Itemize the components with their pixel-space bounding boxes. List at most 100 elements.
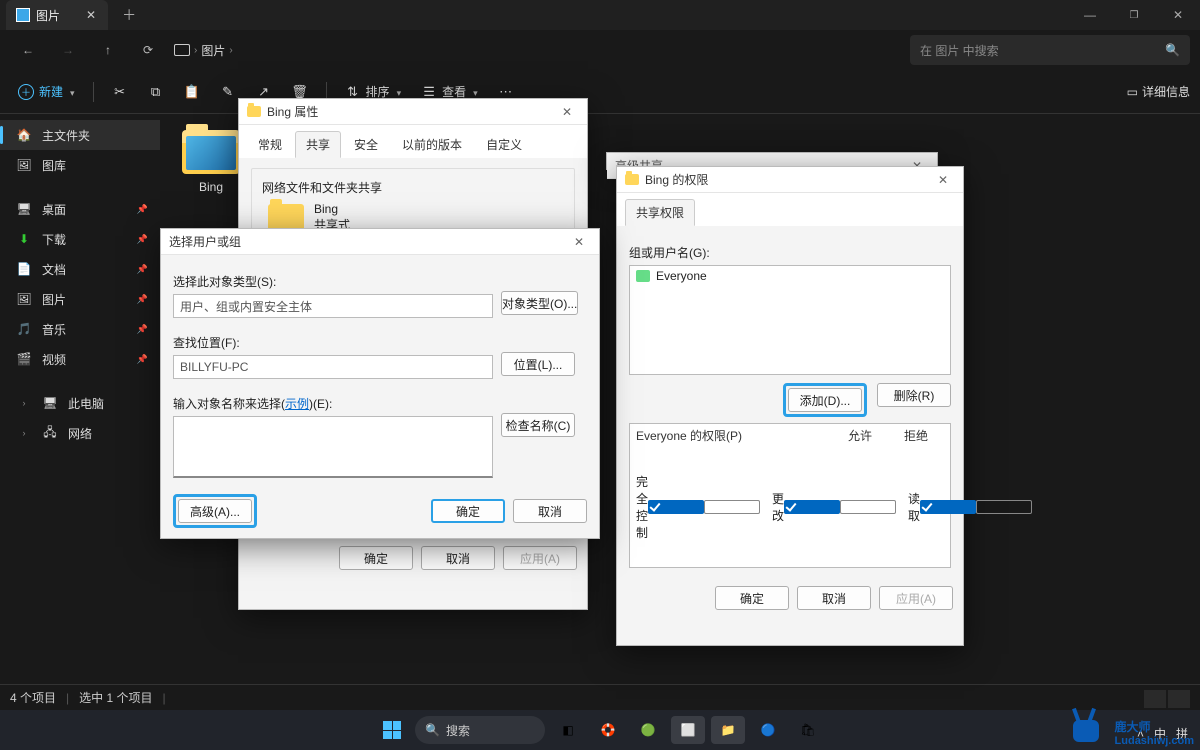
close-icon[interactable]: ✕: [555, 105, 579, 119]
dialog-titlebar[interactable]: Bing 的权限 ✕: [617, 167, 963, 193]
chevron-right-icon: ›: [16, 425, 32, 441]
object-type-field: 用户、组或内置安全主体: [173, 294, 493, 318]
sidebar-item-videos[interactable]: 🎬视频📌: [0, 344, 160, 374]
statusbar: 4 个项目 | 选中 1 个项目 |: [0, 684, 1200, 710]
search-icon: 🔍: [425, 723, 440, 737]
sidebar-item-pictures[interactable]: 🖼图片📌: [0, 284, 160, 314]
chevron-right-icon: ›: [16, 395, 32, 411]
taskbar-search[interactable]: 🔍搜索: [415, 716, 545, 744]
close-button[interactable]: ✕: [1156, 0, 1200, 30]
sharing-heading: 网络文件和文件夹共享: [262, 181, 382, 195]
perm-row-change: 更改: [766, 447, 902, 567]
highlight: 高级(A)...: [173, 494, 257, 528]
check-names-button[interactable]: 检查名称(C): [501, 413, 575, 437]
tab-sharing[interactable]: 共享: [295, 131, 341, 158]
maximize-button[interactable]: ❐: [1112, 0, 1156, 30]
sidebar: 🏠主文件夹 🖼图库 🖥桌面📌 ⬇下载📌 📄文档📌 🖼图片📌 🎵音乐📌 🎬视频📌 …: [0, 114, 160, 700]
apply-button: 应用(A): [503, 546, 577, 570]
ok-button[interactable]: 确定: [715, 586, 789, 610]
sidebar-item-thispc[interactable]: ›🖥此电脑: [0, 388, 160, 418]
taskbar-app[interactable]: ⬜: [671, 716, 705, 744]
folder-bing[interactable]: Bing: [174, 130, 248, 194]
taskbar-app[interactable]: 🟢: [631, 716, 665, 744]
up-button[interactable]: ↑: [90, 34, 126, 66]
locations-button[interactable]: 位置(L)...: [501, 352, 575, 376]
folder-icon: [247, 106, 261, 117]
close-tab-icon[interactable]: ✕: [86, 8, 96, 22]
taskbar-explorer[interactable]: 📁: [711, 716, 745, 744]
checkbox-deny[interactable]: [976, 500, 1032, 514]
new-button[interactable]: ＋ 新建: [10, 77, 83, 107]
network-icon: 🖧: [42, 425, 58, 441]
close-icon[interactable]: ✕: [567, 235, 591, 249]
view-toggle[interactable]: [1144, 690, 1190, 708]
breadcrumb[interactable]: › 图片 ›: [174, 42, 233, 59]
refresh-button[interactable]: ⟳: [130, 34, 166, 66]
remove-button[interactable]: 删除(R): [877, 383, 951, 407]
sidebar-item-desktop[interactable]: 🖥桌面📌: [0, 194, 160, 224]
copy-button[interactable]: ⧉: [140, 77, 172, 107]
taskbar-app[interactable]: 🛟: [591, 716, 625, 744]
close-icon[interactable]: ✕: [931, 173, 955, 187]
advanced-button[interactable]: 高级(A)...: [178, 499, 252, 523]
object-types-button[interactable]: 对象类型(O)...: [501, 291, 578, 315]
sidebar-item-network[interactable]: ›🖧网络: [0, 418, 160, 448]
forward-button[interactable]: →: [50, 34, 86, 66]
checkbox-allow[interactable]: [920, 500, 976, 514]
add-button[interactable]: 添加(D)...: [788, 388, 862, 412]
details-button[interactable]: ▭ 详细信息: [1127, 83, 1190, 100]
checkbox-deny[interactable]: [840, 500, 896, 514]
tab-security[interactable]: 安全: [343, 131, 389, 158]
sidebar-item-gallery[interactable]: 🖼图库: [0, 150, 160, 180]
checkbox-allow[interactable]: [784, 500, 840, 514]
taskbar-edge[interactable]: 🔵: [751, 716, 785, 744]
cancel-button[interactable]: 取消: [513, 499, 587, 523]
ok-button[interactable]: 确定: [431, 499, 505, 523]
ok-button[interactable]: 确定: [339, 546, 413, 570]
task-view-button[interactable]: ◧: [551, 716, 585, 744]
tab-title: 图片: [36, 7, 60, 24]
cut-button[interactable]: ✂: [104, 77, 136, 107]
chevron-right-icon: ›: [229, 45, 232, 56]
checkbox-allow[interactable]: [648, 500, 704, 514]
chevron-down-icon: [68, 85, 75, 99]
perm-row-read: 读取: [902, 447, 1038, 567]
sidebar-item-documents[interactable]: 📄文档📌: [0, 254, 160, 284]
start-button[interactable]: [375, 716, 409, 744]
dialog-titlebar[interactable]: 选择用户或组 ✕: [161, 229, 599, 255]
pin-icon: 📌: [137, 234, 148, 245]
tab-previous[interactable]: 以前的版本: [391, 131, 473, 158]
tab-share-permissions[interactable]: 共享权限: [625, 199, 695, 226]
cancel-button[interactable]: 取消: [421, 546, 495, 570]
plus-icon: ＋: [18, 84, 34, 100]
tab-custom[interactable]: 自定义: [475, 131, 533, 158]
checkbox-deny[interactable]: [704, 500, 760, 514]
dialog-buttons: 确定 取消 应用(A): [239, 538, 587, 578]
tab-general[interactable]: 常规: [247, 131, 293, 158]
sidebar-item-music[interactable]: 🎵音乐📌: [0, 314, 160, 344]
picture-icon: 🖼: [16, 291, 32, 307]
search-placeholder: 在 图片 中搜索: [920, 42, 999, 59]
status-item-count: 4 个项目: [10, 689, 56, 706]
search-input[interactable]: 在 图片 中搜索 🔍: [910, 35, 1190, 65]
object-names-input[interactable]: [173, 416, 493, 478]
sidebar-item-downloads[interactable]: ⬇下载📌: [0, 224, 160, 254]
scissors-icon: ✂: [112, 84, 128, 100]
pin-icon: 📌: [137, 204, 148, 215]
breadcrumb-pictures[interactable]: 图片: [201, 42, 225, 59]
windows-icon: [383, 721, 401, 739]
tab-pictures[interactable]: 图片 ✕: [6, 0, 108, 30]
users-listbox[interactable]: Everyone: [629, 265, 951, 375]
perm-row-full: 完全控制: [630, 447, 766, 567]
taskbar-store[interactable]: 🛍: [791, 716, 825, 744]
group-users-label: 组或用户名(G):: [629, 244, 951, 261]
list-item[interactable]: Everyone: [630, 266, 950, 286]
example-link[interactable]: 示例: [285, 397, 309, 411]
copy-icon: ⧉: [148, 84, 164, 100]
new-tab-button[interactable]: ＋: [122, 5, 136, 25]
dialog-titlebar[interactable]: Bing 属性 ✕: [239, 99, 587, 125]
back-button[interactable]: ←: [10, 34, 46, 66]
sidebar-item-home[interactable]: 🏠主文件夹: [0, 120, 160, 150]
minimize-button[interactable]: ―: [1068, 0, 1112, 30]
cancel-button[interactable]: 取消: [797, 586, 871, 610]
